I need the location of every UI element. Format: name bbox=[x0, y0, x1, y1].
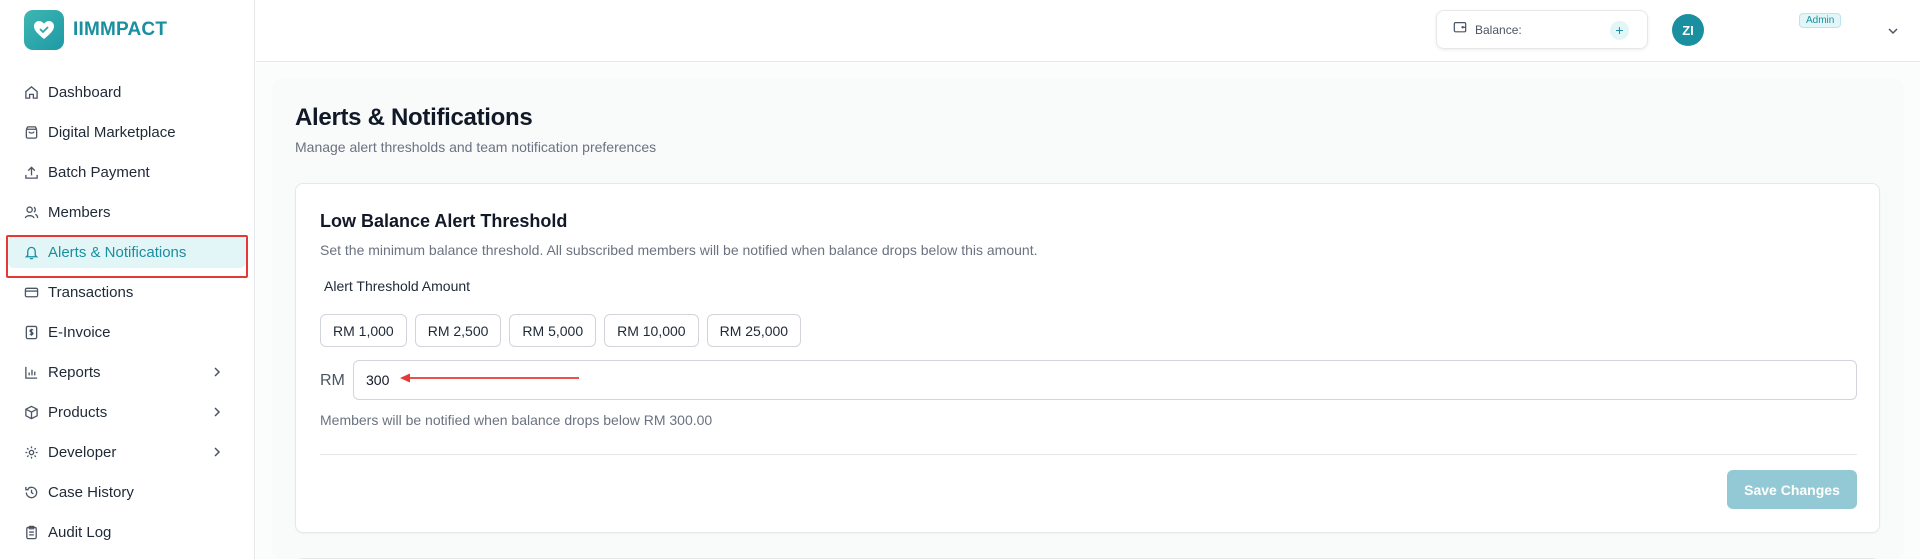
annotation-arrow-icon bbox=[400, 373, 579, 383]
package-icon bbox=[24, 405, 39, 420]
sidebar-item-e-invoice[interactable]: E-Invoice bbox=[8, 316, 246, 348]
avatar[interactable]: ZI bbox=[1672, 14, 1704, 46]
preset-button-1000[interactable]: RM 1,000 bbox=[320, 314, 407, 347]
preset-button-5000[interactable]: RM 5,000 bbox=[509, 314, 597, 347]
brand[interactable]: IIMMPACT bbox=[24, 10, 167, 50]
sidebar-item-label: Audit Log bbox=[48, 523, 112, 541]
bell-icon bbox=[24, 245, 39, 260]
sidebar-item-audit-log[interactable]: Audit Log bbox=[8, 516, 246, 548]
save-changes-button[interactable]: Save Changes bbox=[1727, 470, 1857, 509]
main-content: Alerts & Notifications Manage alert thre… bbox=[256, 63, 1920, 559]
sidebar-item-label: Digital Marketplace bbox=[48, 123, 176, 141]
sidebar-item-label: Reports bbox=[48, 363, 101, 381]
sidebar-item-label: Dashboard bbox=[48, 83, 122, 101]
sidebar-item-label: Transactions bbox=[48, 283, 134, 301]
users-icon bbox=[24, 205, 39, 220]
sidebar-item-developer[interactable]: Developer bbox=[8, 436, 246, 468]
sidebar-item-label: Alerts & Notifications bbox=[48, 243, 187, 261]
upload-icon bbox=[24, 165, 39, 180]
credit-card-icon bbox=[24, 285, 39, 300]
preset-button-25000[interactable]: RM 25,000 bbox=[706, 314, 802, 347]
sidebar-item-batch-payment[interactable]: Batch Payment bbox=[8, 156, 246, 188]
card-description: Set the minimum balance threshold. All s… bbox=[320, 242, 1038, 258]
history-icon bbox=[24, 485, 39, 500]
divider bbox=[320, 454, 1857, 455]
top-header: Balance: + ZI Admin bbox=[256, 0, 1920, 62]
currency-prefix: RM bbox=[320, 372, 345, 389]
wallet-icon bbox=[1453, 20, 1467, 39]
sidebar-item-label: Batch Payment bbox=[48, 163, 150, 181]
sidebar-item-products[interactable]: Products bbox=[8, 396, 246, 428]
card-title: Low Balance Alert Threshold bbox=[320, 211, 568, 231]
sidebar-item-digital-marketplace[interactable]: Digital Marketplace bbox=[8, 116, 246, 148]
invoice-icon bbox=[24, 325, 39, 340]
chevron-right-icon[interactable] bbox=[210, 365, 224, 379]
role-badge: Admin bbox=[1799, 13, 1842, 28]
gear-icon bbox=[24, 445, 39, 460]
preset-amounts: RM 1,000 RM 2,500 RM 5,000 RM 10,000 RM … bbox=[320, 314, 802, 347]
sidebar-item-reports[interactable]: Reports bbox=[8, 356, 246, 388]
sidebar-item-label: Developer bbox=[48, 443, 117, 461]
sidebar-item-label: E-Invoice bbox=[48, 323, 111, 341]
sidebar: IIMMPACT Dashboard Digital Marketplace B… bbox=[0, 0, 255, 559]
clipboard-icon bbox=[24, 525, 39, 540]
threshold-helper-text: Members will be notified when balance dr… bbox=[320, 412, 713, 428]
sidebar-item-label: Case History bbox=[48, 483, 134, 501]
low-balance-threshold-card: Low Balance Alert Threshold Set the mini… bbox=[295, 183, 1880, 533]
sidebar-item-alerts-notifications[interactable]: Alerts & Notifications bbox=[8, 236, 246, 268]
sidebar-item-dashboard[interactable]: Dashboard bbox=[8, 76, 246, 108]
chevron-right-icon[interactable] bbox=[210, 405, 224, 419]
threshold-field-label: Alert Threshold Amount bbox=[324, 278, 471, 294]
page-subtitle: Manage alert thresholds and team notific… bbox=[295, 139, 657, 155]
chevron-right-icon[interactable] bbox=[210, 445, 224, 459]
sidebar-item-case-history[interactable]: Case History bbox=[8, 476, 246, 508]
heart-logo-icon bbox=[24, 10, 64, 50]
top-up-plus-icon[interactable]: + bbox=[1610, 21, 1629, 40]
sidebar-nav: Dashboard Digital Marketplace Batch Paym… bbox=[8, 76, 246, 556]
sidebar-item-transactions[interactable]: Transactions bbox=[8, 276, 246, 308]
brand-name: IIMMPACT bbox=[73, 19, 168, 40]
balance-label: Balance: bbox=[1475, 22, 1522, 37]
preset-button-2500[interactable]: RM 2,500 bbox=[414, 314, 502, 347]
bar-chart-icon bbox=[24, 365, 39, 380]
sidebar-item-members[interactable]: Members bbox=[8, 196, 246, 228]
home-icon bbox=[24, 85, 39, 100]
chevron-down-icon[interactable] bbox=[1886, 24, 1900, 38]
shopping-bag-icon bbox=[24, 125, 39, 140]
preset-button-10000[interactable]: RM 10,000 bbox=[604, 314, 699, 347]
page-title: Alerts & Notifications bbox=[295, 104, 533, 131]
sidebar-item-label: Members bbox=[48, 203, 111, 221]
balance-widget[interactable]: Balance: + bbox=[1436, 10, 1648, 49]
sidebar-item-label: Products bbox=[48, 403, 108, 421]
